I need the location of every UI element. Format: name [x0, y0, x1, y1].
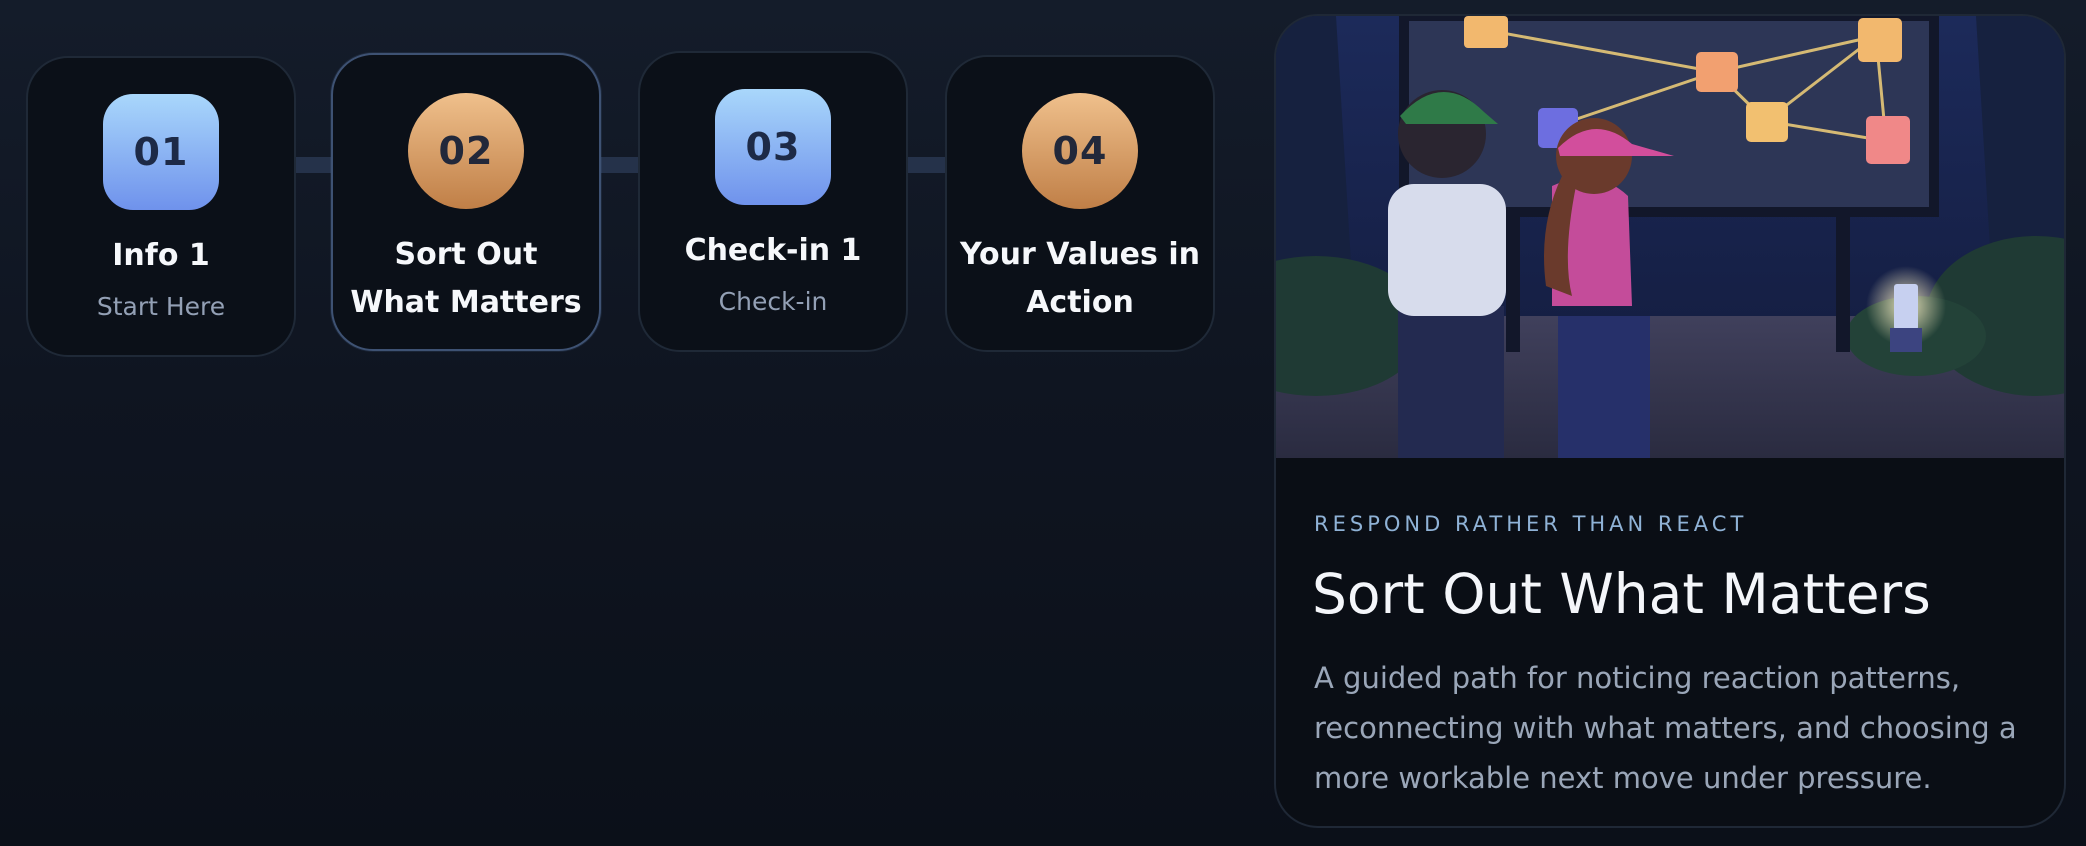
step-number: 01	[133, 130, 189, 174]
step-number-badge: 04	[1022, 93, 1138, 209]
step-title: Sort Out What Matters	[350, 237, 582, 320]
step-card-3[interactable]: 03 Check-in 1 Check-in	[638, 51, 908, 352]
step-title: Your Values in Action	[960, 237, 1200, 320]
step-title: Check-in 1	[684, 233, 862, 268]
step-card-2[interactable]: 02 Sort Out What Matters	[331, 53, 601, 351]
card-eyebrow: RESPOND RATHER THAN REACT	[1314, 512, 1748, 536]
module-detail-card: RESPOND RATHER THAN REACT Sort Out What …	[1274, 14, 2066, 828]
hero-illustration	[1276, 16, 2064, 458]
step-number: 04	[1052, 129, 1108, 173]
step-subtitle: Check-in	[718, 287, 828, 316]
step-number: 02	[438, 129, 494, 173]
step-number-badge: 01	[103, 94, 219, 210]
step-number-badge: 02	[408, 93, 524, 209]
card-title: Sort Out What Matters	[1312, 562, 1931, 626]
step-title: Info 1	[112, 238, 210, 273]
card-description: A guided path for noticing reaction patt…	[1314, 661, 2017, 795]
step-card-1[interactable]: 01 Info 1 Start Here	[26, 56, 296, 357]
step-number: 03	[745, 125, 801, 169]
step-subtitle: Start Here	[96, 292, 226, 321]
step-number-badge: 03	[715, 89, 831, 205]
step-card-4[interactable]: 04 Your Values in Action	[945, 55, 1215, 352]
